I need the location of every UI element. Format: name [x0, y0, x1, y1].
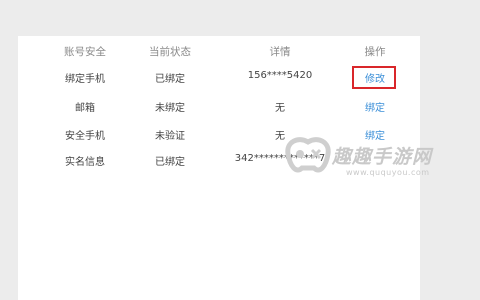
row-bind-phone-detail: 156****5420: [247, 70, 313, 81]
bind-email-link[interactable]: 绑定: [350, 99, 400, 114]
row-real-name-status: 已绑定: [155, 157, 185, 168]
watermark-url: www.ququyou.com: [346, 168, 430, 177]
header-account-security: 账号安全: [64, 46, 106, 58]
row-bind-phone-status: 已绑定: [155, 74, 185, 85]
row-security-phone-item: 安全手机: [65, 131, 105, 142]
row-bind-phone-item: 绑定手机: [65, 74, 105, 85]
row-real-name-item: 实名信息: [65, 157, 105, 168]
highlight-box: [352, 66, 396, 89]
header-actions: 操作: [364, 46, 386, 58]
row-email-item: 邮箱: [75, 103, 95, 114]
row-email-status: 未绑定: [155, 103, 185, 114]
header-current-status: 当前状态: [149, 46, 191, 58]
row-email-detail: 无: [275, 103, 285, 114]
header-details: 详情: [269, 46, 291, 58]
row-security-phone-status: 未验证: [155, 131, 185, 142]
watermark-text: 趣趣手游网: [332, 146, 433, 168]
gamepad-logo-icon: [285, 137, 331, 173]
watermark: 趣趣手游网 www.ququyou.com: [280, 130, 470, 185]
